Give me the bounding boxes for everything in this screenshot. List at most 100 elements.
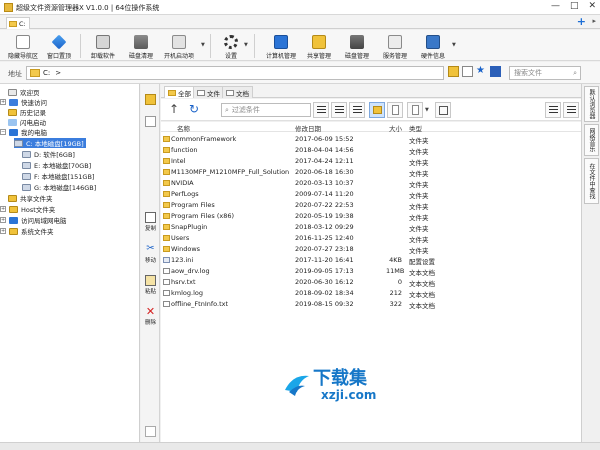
- view-list-button[interactable]: [563, 102, 579, 118]
- hardware-info-button[interactable]: 硬件信息: [418, 31, 448, 60]
- tab-files[interactable]: 文件: [193, 86, 224, 98]
- table-row[interactable]: M1130MFP_M1210MFP_Full_Solution 2020-06-1…: [161, 167, 581, 178]
- tab-documents[interactable]: 文档: [222, 86, 253, 98]
- service-manage-button[interactable]: 服务管理: [380, 31, 410, 60]
- pin-window-button[interactable]: 窗口置顶: [44, 31, 74, 60]
- tree-item-system-folders[interactable]: + 系统文件夹: [0, 226, 54, 236]
- copy-button[interactable]: 复制: [143, 212, 158, 232]
- table-row[interactable]: offline_FtnInfo.txt 2019-08-15 09:32 322 文本…: [161, 299, 581, 310]
- view-folder-button[interactable]: [369, 102, 385, 118]
- maximize-button[interactable]: □: [570, 1, 579, 11]
- settings-button[interactable]: 设置: [218, 31, 244, 60]
- hide-nav-button[interactable]: 隐藏导航区: [6, 31, 40, 60]
- tab-list-arrow-icon[interactable]: ▸: [592, 17, 596, 25]
- column-type[interactable]: 类型: [409, 123, 422, 133]
- tree-item-history[interactable]: 历史记录: [8, 107, 46, 117]
- side-tab-default-browser[interactable]: 默认浏览器: [584, 86, 599, 122]
- folder-icon: [9, 227, 18, 235]
- tree-item-shared[interactable]: 共享文件夹: [8, 193, 53, 203]
- chevron-down-icon[interactable]: ▼: [452, 42, 456, 48]
- computer-manage-button[interactable]: 计算机管理: [262, 31, 300, 60]
- chevron-down-icon[interactable]: ▼: [425, 107, 429, 113]
- column-date[interactable]: 修改日期: [295, 123, 321, 133]
- view-details-button[interactable]: [545, 102, 561, 118]
- table-row[interactable]: Windows 2020-07-27 23:18 文件夹: [161, 244, 581, 255]
- tree-item-lan[interactable]: + 访问局域网电脑: [0, 215, 67, 225]
- tree-item-quick-launch[interactable]: 闪电启动: [8, 117, 46, 127]
- table-row[interactable]: aow_drv.log 2019-09-05 17:13 11MB 文本文档: [161, 266, 581, 277]
- table-row[interactable]: CommonFramework 2017-06-09 15:52 文件夹: [161, 134, 581, 145]
- table-row[interactable]: Users 2016-11-25 12:40 文件夹: [161, 233, 581, 244]
- table-row[interactable]: kmlog.log 2018-09-02 18:34 212 文本文档: [161, 288, 581, 299]
- chevron-down-icon[interactable]: ▼: [201, 42, 205, 48]
- disk-manage-button[interactable]: 磁盘管理: [342, 31, 372, 60]
- new-tab-button[interactable]: +: [577, 15, 586, 28]
- table-row[interactable]: Intel 2017-04-24 12:11 文件夹: [161, 156, 581, 167]
- table-row[interactable]: function 2018-04-04 14:56 文件夹: [161, 145, 581, 156]
- align-right-icon: [353, 106, 362, 115]
- disk-clean-button[interactable]: 磁盘清理: [126, 31, 156, 60]
- table-row[interactable]: Program Files 2020-07-22 22:53 文件夹: [161, 200, 581, 211]
- share-manage-button[interactable]: 共享管理: [304, 31, 334, 60]
- tree-item-drive-d[interactable]: D: 软件[6GB]: [22, 149, 75, 159]
- tree-item-quick-access[interactable]: + 快速访问: [0, 97, 47, 107]
- panel-toggle-button[interactable]: [143, 116, 158, 128]
- side-tab-find-in-files[interactable]: 在文件中查找: [584, 158, 599, 204]
- tree-item-drive-e[interactable]: E: 本地磁盘[70GB]: [22, 160, 91, 170]
- table-row[interactable]: NVIDIA 2020-03-13 10:37 文件夹: [161, 178, 581, 189]
- align-center-button[interactable]: [331, 102, 347, 118]
- table-row[interactable]: SnapPlugin 2018-03-12 09:29 文件夹: [161, 222, 581, 233]
- tree-item-drive-g[interactable]: G: 本地磁盘[146GB]: [22, 182, 96, 192]
- tree-item-host[interactable]: + Host文件夹: [0, 204, 55, 214]
- align-left-button[interactable]: [313, 102, 329, 118]
- column-size[interactable]: 大小: [389, 123, 402, 133]
- star-icon[interactable]: ★: [476, 66, 487, 77]
- word-icon[interactable]: [490, 66, 501, 77]
- up-arrow-icon[interactable]: ↑: [169, 102, 179, 116]
- search-input[interactable]: 搜索文件 ⌕: [509, 66, 581, 80]
- table-row[interactable]: hsrv.txt 2020-06-30 16:12 0 文本文档: [161, 277, 581, 288]
- table-row[interactable]: Program Files (x86) 2020-05-19 19:38 文件夹: [161, 211, 581, 222]
- folder-icon: [163, 180, 170, 186]
- tab-drive-c[interactable]: C:: [6, 17, 30, 29]
- copy-path-icon[interactable]: [462, 66, 473, 77]
- column-name[interactable]: 名称: [177, 123, 190, 133]
- minimize-button[interactable]: —: [551, 1, 560, 11]
- refresh-icon[interactable]: ↻: [189, 102, 199, 116]
- address-input[interactable]: C: >: [26, 66, 444, 80]
- startup-items-button[interactable]: 开机启动项: [162, 31, 196, 60]
- note-button[interactable]: [143, 426, 158, 438]
- new-folder-icon[interactable]: [448, 66, 459, 77]
- close-button[interactable]: ✕: [588, 1, 596, 11]
- breadcrumb-chevron[interactable]: >: [55, 69, 61, 77]
- align-right-button[interactable]: [349, 102, 365, 118]
- tree-item-drive-f[interactable]: F: 本地磁盘[151GB]: [22, 171, 94, 181]
- open-new-window-button[interactable]: [435, 102, 451, 118]
- content-toolbar: ↑ ↻ ⌕ 过滤条件 ▼: [161, 99, 581, 121]
- tree-item-welcome[interactable]: 欢迎页: [8, 87, 40, 97]
- tree-item-drive-c[interactable]: C: 本地磁盘[19GB]: [14, 138, 86, 148]
- share-manage-icon: [312, 35, 326, 49]
- collapse-icon[interactable]: −: [0, 129, 6, 135]
- side-tab-music[interactable]: 网络音乐: [584, 124, 599, 156]
- view-files-button[interactable]: [387, 102, 403, 118]
- search-icon[interactable]: ⌕: [573, 69, 577, 78]
- paste-button[interactable]: 粘贴: [143, 275, 158, 295]
- expand-icon[interactable]: +: [0, 99, 6, 105]
- share-manage-label: 共享管理: [306, 53, 331, 60]
- move-button[interactable]: ✂ 移动: [143, 244, 158, 265]
- expand-icon[interactable]: +: [0, 228, 6, 234]
- tree-item-my-computer[interactable]: − 我的电脑: [0, 127, 47, 137]
- tab-all[interactable]: 全部: [164, 86, 195, 98]
- view-docs-button[interactable]: [407, 102, 423, 118]
- uninstall-button[interactable]: 卸载软件: [88, 31, 118, 60]
- expand-icon[interactable]: +: [0, 206, 6, 212]
- table-row[interactable]: 123.ini 2017-11-20 16:41 4KB 配置设置: [161, 255, 581, 266]
- chevron-down-icon[interactable]: ▼: [244, 42, 248, 48]
- expand-icon[interactable]: +: [0, 217, 6, 223]
- filter-input[interactable]: ⌕ 过滤条件: [221, 103, 311, 117]
- folder-up-button[interactable]: [143, 94, 158, 106]
- delete-button[interactable]: ✕ 删除: [143, 306, 158, 326]
- table-row[interactable]: PerfLogs 2009-07-14 11:20 文件夹: [161, 189, 581, 200]
- computer-icon: [9, 128, 18, 136]
